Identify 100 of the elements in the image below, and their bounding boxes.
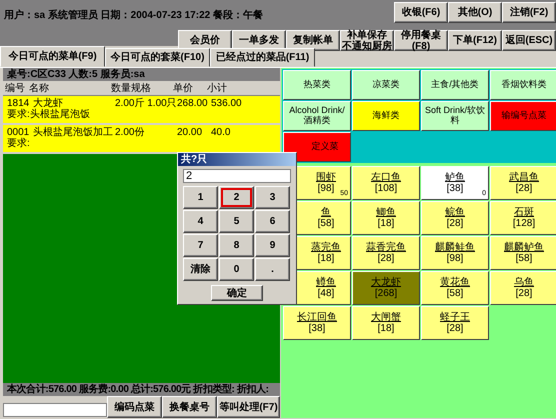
keypad-key[interactable]: 8: [219, 234, 254, 257]
dish-name: 石斑: [514, 207, 534, 218]
dish-price: [28]: [516, 183, 532, 194]
keypad-key[interactable]: 清除: [183, 258, 218, 281]
dish-button[interactable]: 蛏子王 [28]: [421, 306, 489, 340]
dish-name: 鲩鱼: [445, 207, 465, 218]
toolbar-button[interactable]: 复制帐单: [286, 30, 340, 51]
category-button[interactable]: 主食/其他类: [421, 70, 489, 100]
dish-price: [48]: [318, 288, 334, 299]
category-button[interactable]: 海鲜类: [352, 101, 420, 131]
dish-button[interactable]: 乌鱼 [28]: [490, 271, 556, 305]
keypad-key[interactable]: 4: [183, 210, 218, 233]
table-cell-text: 头根盐尾泡饭加工: [33, 127, 114, 138]
dish-name: 麒麟鲑鱼: [435, 242, 475, 253]
dish-name: 麒麟鲈鱼: [504, 242, 544, 253]
request-text: 要求:: [7, 138, 31, 149]
table-cell-text: 40.0: [211, 127, 232, 138]
toolbar-button[interactable]: 下单(F12): [448, 30, 502, 51]
dish-name: 蒜香完鱼: [366, 242, 406, 253]
column-header: 单价: [173, 82, 194, 94]
keypad-key[interactable]: 5: [219, 210, 254, 233]
dish-name: 乌鱼: [514, 277, 534, 288]
dish-button[interactable]: 黄花鱼 [58]: [421, 271, 489, 305]
quantity-field[interactable]: 2: [183, 169, 291, 183]
dish-name: 蛏子王: [440, 312, 470, 323]
dish-name: 鲈鱼: [445, 172, 465, 183]
dish-price: [108]: [374, 183, 398, 194]
toolbar-button[interactable]: 注销(F2): [502, 2, 556, 23]
dish-name: 围虾: [316, 172, 336, 183]
tab[interactable]: 今日可点的菜单(F9): [0, 46, 105, 67]
action-button[interactable]: 等叫处理(F7): [217, 396, 280, 418]
dish-price: [38]: [308, 323, 326, 334]
dish-button[interactable]: 麒麟鲑鱼 [98]: [421, 236, 489, 270]
table-info: 桌号:C区C33 人数:5 服务员:sa: [3, 68, 280, 81]
category-button[interactable]: 香烟饮料类: [490, 70, 556, 100]
table-cell: 2.00斤 1.00只: [115, 98, 177, 109]
keypad-key[interactable]: 2: [219, 186, 254, 209]
dish-price: [28]: [446, 323, 464, 334]
toolbar-button[interactable]: 返回(ESC): [502, 30, 556, 51]
dish-price: [28]: [516, 288, 532, 299]
dish-button[interactable]: 麒麟鲈鱼 [58]: [490, 236, 556, 270]
column-header: 小计: [207, 82, 228, 94]
table-cell-text: 536.00: [211, 98, 243, 109]
category-button[interactable]: 热菜类: [283, 70, 351, 100]
dish-price: [128]: [512, 218, 536, 229]
column-header: 名称: [29, 82, 50, 94]
dish-button[interactable]: 蒜香完鱼 [28]: [352, 236, 420, 270]
request-text: 要求:头根盐尾泡饭: [7, 109, 91, 120]
dialog-title: 共?只: [178, 153, 296, 166]
keypad-key[interactable]: 7: [183, 234, 218, 257]
toolbar-button[interactable]: 收银(F6): [394, 2, 448, 23]
keypad-key[interactable]: 0: [219, 258, 254, 281]
totals-text: 本次合计:576.00 服务费:0.00 总计:576.00元 折扣类型: 折扣人:: [3, 383, 280, 396]
keypad-key[interactable]: 3: [255, 186, 290, 209]
user-info: 用户：sa 系统管理员 日期：2004-07-23 17:22 餐段：午餐: [3, 8, 264, 23]
tab[interactable]: 已经点过的菜品(F11): [210, 48, 315, 67]
category-button[interactable]: 输编号点菜: [490, 101, 556, 131]
dish-name: 长江回鱼: [297, 312, 337, 323]
dish-button[interactable]: 鲩鱼 [28]: [421, 201, 489, 235]
keypad-key[interactable]: 6: [255, 210, 290, 233]
toolbar-button[interactable]: 补单保存 不通知厨房: [340, 30, 394, 51]
category-button[interactable]: Alcohol Drink/酒精类: [283, 101, 351, 131]
category-button[interactable]: 凉菜类: [352, 70, 420, 100]
dish-price: [18]: [378, 323, 394, 334]
toolbar-button[interactable]: 其他(O): [448, 2, 502, 23]
action-button[interactable]: 换餐桌号: [162, 396, 217, 418]
dish-name: 鱼: [321, 207, 331, 218]
dish-button[interactable]: 武昌鱼 [28]: [490, 166, 556, 200]
dish-button[interactable]: 左口鱼 [108]: [352, 166, 420, 200]
dish-name: 鲫鱼: [376, 207, 396, 218]
code-input-field[interactable]: [3, 403, 107, 417]
dish-name: 左口鱼: [371, 172, 401, 183]
column-header: 编号: [4, 82, 26, 94]
dish-name: 武昌鱼: [509, 172, 539, 183]
dish-button[interactable]: 石斑 [128]: [490, 201, 556, 235]
table-cell-text: 268.00: [177, 98, 209, 109]
dish-name: 黄花鱼: [440, 277, 470, 288]
dish-price: [58]: [516, 253, 532, 264]
confirm-button[interactable]: 确定: [211, 285, 263, 301]
toolbar-button[interactable]: 停用餐桌 (F8): [394, 30, 448, 51]
column-header: 数量规格: [111, 82, 152, 94]
dish-button[interactable]: 鲫鱼 [18]: [352, 201, 420, 235]
dish-button[interactable]: 大闸蟹 [18]: [352, 306, 420, 340]
dish-button[interactable]: 大龙虾 [268]: [352, 271, 420, 305]
category-button[interactable]: Soft Drink/软饮料: [421, 101, 489, 131]
dish-price: [268]: [374, 288, 398, 299]
dish-price: [58]: [318, 218, 334, 229]
dish-name: 鳟鱼: [316, 277, 336, 288]
order-row[interactable]: 0001 头根盐尾泡饭加工 2.00份 20.00 40.0 要求:: [3, 125, 280, 152]
keypad-key[interactable]: 9: [255, 234, 290, 257]
dish-name: 蒸完鱼: [311, 242, 341, 253]
category-button[interactable]: 定义菜: [283, 132, 351, 162]
keypad-key[interactable]: .: [255, 258, 290, 281]
order-row[interactable]: 1814 大龙虾 2.00斤 1.00只268.00 536.00 要求:头根盐尾泡饭: [3, 96, 280, 123]
tab[interactable]: 今日可点的套菜(F10): [105, 48, 210, 67]
dish-price: [28]: [446, 218, 464, 229]
action-button[interactable]: 编码点菜: [107, 396, 162, 418]
keypad-key[interactable]: 1: [183, 186, 218, 209]
dish-button[interactable]: 长江回鱼 [38]: [283, 306, 351, 340]
dish-name: 大龙虾: [371, 277, 401, 288]
